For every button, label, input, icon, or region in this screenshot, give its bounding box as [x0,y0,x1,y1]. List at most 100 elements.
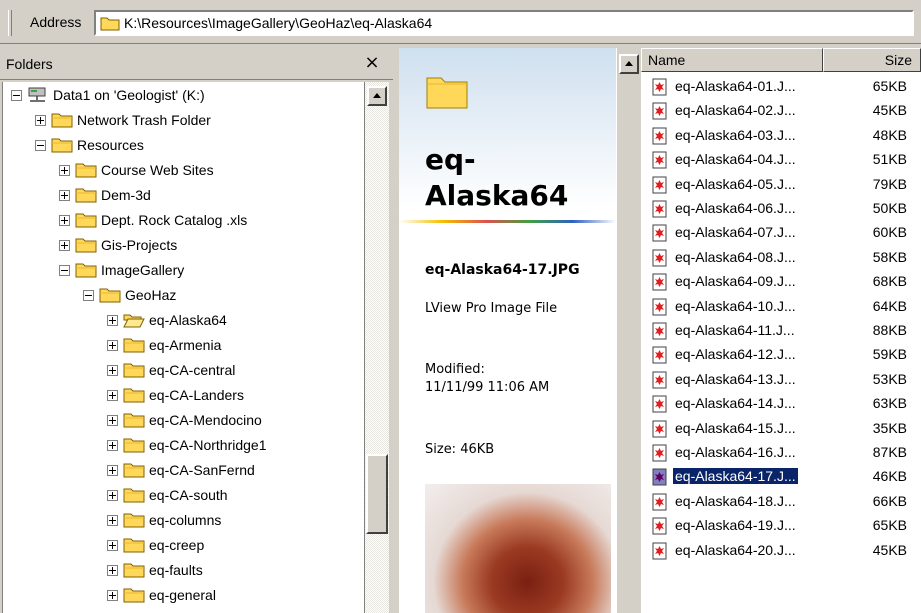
webview-scrollbar[interactable] [616,48,641,613]
file-name: eq-Alaska64-05.J... [675,175,796,192]
file-row[interactable]: eq-Alaska64-05.J... 79KB [641,174,921,196]
file-row[interactable]: eq-Alaska64-08.J... 58KB [641,247,921,269]
collapse-toggle[interactable] [83,290,94,301]
file-row[interactable]: eq-Alaska64-17.J... 46KB [641,466,921,488]
tree-item[interactable]: eq-Armenia [3,334,364,359]
folder-icon [100,17,120,31]
image-file-icon [652,444,667,462]
tree-item[interactable]: Gis-Projects [3,234,364,259]
tree-item[interactable]: Network Trash Folder [3,109,364,134]
tree-item-label: eq-CA-Landers [149,387,244,403]
expand-toggle[interactable] [59,240,70,251]
tree-item[interactable]: eq-columns [3,509,364,534]
scroll-up-button[interactable] [619,54,639,74]
tree-item[interactable]: eq-Alaska64 [3,309,364,334]
folder-icon [75,188,97,203]
tree-item[interactable]: ImageGallery [3,259,364,284]
file-row[interactable]: eq-Alaska64-03.J... 48KB [641,125,921,147]
expand-toggle[interactable] [59,215,70,226]
close-icon[interactable]: × [360,52,384,76]
tree-item[interactable]: Dept. Rock Catalog .xls [3,209,364,234]
file-row[interactable]: eq-Alaska64-10.J... 64KB [641,296,921,318]
image-preview[interactable] [425,484,611,613]
file-row[interactable]: eq-Alaska64-02.J... 45KB [641,100,921,122]
column-header-name[interactable]: Name [641,48,823,72]
tree-item[interactable]: eq-creep [3,534,364,559]
expand-toggle[interactable] [35,115,46,126]
scroll-up-button[interactable] [367,86,387,106]
folder-icon [123,338,145,353]
file-row[interactable]: eq-Alaska64-14.J... 63KB [641,393,921,415]
collapse-toggle[interactable] [35,140,46,151]
file-size: 60KB [872,224,907,241]
collapse-toggle[interactable] [11,90,22,101]
tree-item[interactable]: Dem-3d [3,184,364,209]
file-row[interactable]: eq-Alaska64-12.J... 59KB [641,344,921,366]
file-row[interactable]: eq-Alaska64-13.J... 53KB [641,369,921,391]
tree-item[interactable]: eq-faults [3,559,364,584]
folder-icon [99,288,121,303]
expand-toggle[interactable] [107,565,118,576]
tree-item-label: eq-creep [149,537,205,553]
column-header-size[interactable]: Size [823,48,921,72]
tree-item[interactable]: eq-CA-south [3,484,364,509]
tree-item-label: Data1 on 'Geologist' (K:) [53,87,205,103]
expand-toggle[interactable] [107,490,118,501]
file-row[interactable]: eq-Alaska64-18.J... 66KB [641,491,921,513]
file-size: 65KB [872,517,907,534]
file-row[interactable]: eq-Alaska64-09.J... 68KB [641,271,921,293]
file-name: eq-Alaska64-16.J... [675,444,796,460]
tree-item[interactable]: Data1 on 'Geologist' (K:) [3,84,364,109]
file-size: 59KB [872,346,907,363]
network-drive-icon [28,87,46,102]
file-row[interactable]: eq-Alaska64-07.J... 60KB [641,222,921,244]
file-row[interactable]: eq-Alaska64-01.J... 65KB [641,76,921,98]
tree-item[interactable]: eq-CA-Mendocino [3,409,364,434]
address-path[interactable]: K:\Resources\ImageGallery\GeoHaz\eq-Alas… [124,15,432,31]
file-name: eq-Alaska64-15.J... [675,419,796,436]
file-name: eq-Alaska64-17.J... [672,467,799,486]
file-row[interactable]: eq-Alaska64-16.J... 87KB [641,442,921,464]
folder-tree[interactable]: Data1 on 'Geologist' (K:) Network Trash F… [2,82,364,613]
toolbar-grip[interactable] [8,10,12,36]
address-field[interactable]: K:\Resources\ImageGallery\GeoHaz\eq-Alas… [94,10,914,36]
file-row[interactable]: eq-Alaska64-20.J... 45KB [641,540,921,562]
expand-toggle[interactable] [107,465,118,476]
file-row[interactable]: eq-Alaska64-11.J... 88KB [641,320,921,342]
tree-item-label: GeoHaz [125,287,177,303]
expand-toggle[interactable] [107,390,118,401]
tree-item[interactable]: Course Web Sites [3,159,364,184]
file-row[interactable]: eq-Alaska64-04.J... 51KB [641,149,921,171]
file-row[interactable]: eq-Alaska64-06.J... 50KB [641,198,921,220]
tree-item-label: Gis-Projects [101,237,178,253]
file-row[interactable]: eq-Alaska64-15.J... 35KB [641,418,921,440]
tree-item-label: eq-CA-south [149,487,228,503]
tree-item[interactable]: GeoHaz [3,284,364,309]
tree-item[interactable]: Resources [3,134,364,159]
file-row[interactable]: eq-Alaska64-19.J... 65KB [641,515,921,537]
expand-toggle[interactable] [107,590,118,601]
tree-item[interactable]: eq-CA-SanFernd [3,459,364,484]
expand-toggle[interactable] [107,515,118,526]
expand-toggle[interactable] [107,415,118,426]
divider [399,220,616,223]
tree-item-label: eq-CA-Northridge1 [149,437,267,453]
tree-item[interactable]: eq-CA-Landers [3,384,364,409]
file-list[interactable]: Name Size eq-Alaska64-01.J... 65KB eq-Alas… [641,48,921,613]
expand-toggle[interactable] [59,190,70,201]
tree-item[interactable]: eq-CA-central [3,359,364,384]
expand-toggle[interactable] [107,340,118,351]
file-size: 48KB [872,126,907,143]
folder-icon [51,138,73,153]
expand-toggle[interactable] [59,165,70,176]
expand-toggle[interactable] [107,365,118,376]
scroll-thumb[interactable] [366,454,388,534]
file-name: eq-Alaska64-06.J... [675,200,796,216]
tree-item[interactable]: eq-general [3,584,364,609]
tree-item[interactable]: eq-CA-Northridge1 [3,434,364,459]
expand-toggle[interactable] [107,315,118,326]
expand-toggle[interactable] [107,540,118,551]
expand-toggle[interactable] [107,440,118,451]
folder-tree-scrollbar[interactable] [364,82,389,613]
collapse-toggle[interactable] [59,265,70,276]
